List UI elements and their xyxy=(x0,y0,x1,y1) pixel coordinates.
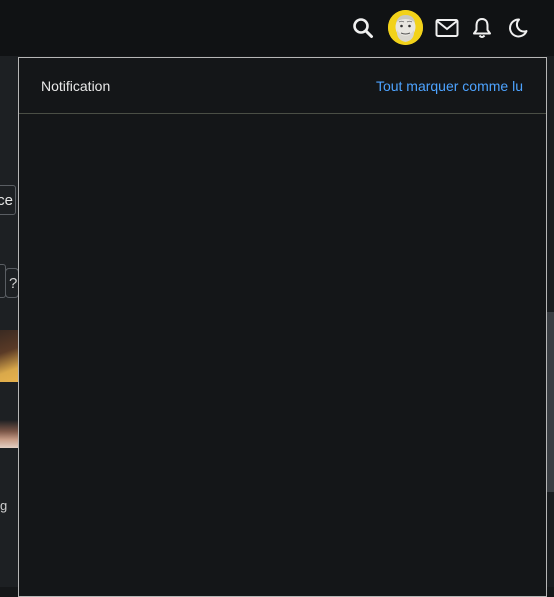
page-scrollbar[interactable] xyxy=(546,56,554,587)
scrollbar-thumb[interactable] xyxy=(546,312,554,492)
mail-icon[interactable] xyxy=(432,13,462,43)
background-button: ce xyxy=(0,185,16,215)
notification-panel-header: Notification Tout marquer comme lu xyxy=(19,58,546,114)
background-photo xyxy=(0,330,20,382)
avatar[interactable] xyxy=(388,10,423,45)
background-text: g xyxy=(0,498,8,513)
mark-all-read-link[interactable]: Tout marquer comme lu xyxy=(376,78,523,94)
background-photo xyxy=(0,420,20,448)
bell-icon[interactable] xyxy=(467,13,497,43)
moon-icon[interactable] xyxy=(503,13,533,43)
background-help-button: ? xyxy=(5,268,19,298)
notification-title: Notification xyxy=(41,77,111,94)
notification-panel: Notification Tout marquer comme lu xyxy=(18,57,547,597)
top-bar xyxy=(0,0,554,56)
search-icon[interactable] xyxy=(348,13,378,43)
